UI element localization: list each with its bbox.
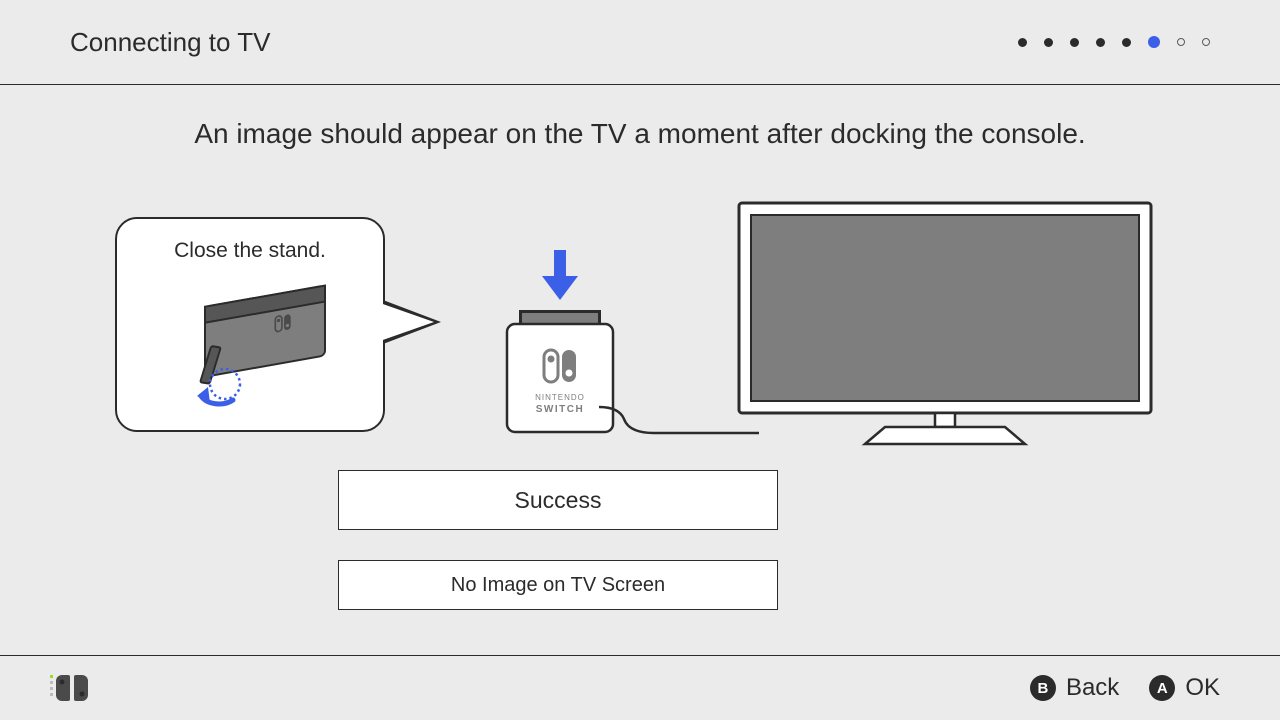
progress-dot: [1070, 38, 1079, 47]
progress-dot: [1096, 38, 1105, 47]
back-label: Back: [1066, 674, 1119, 702]
arrow-down-icon: [542, 250, 578, 305]
progress-dot: [1018, 38, 1027, 47]
console-back-icon: [175, 284, 345, 419]
b-button-icon: B: [1030, 675, 1056, 701]
progress-dots: [1018, 36, 1210, 48]
ok-control[interactable]: A OK: [1149, 674, 1220, 702]
instruction-text: An image should appear on the TV a momen…: [0, 118, 1280, 150]
tip-text: Close the stand.: [117, 239, 383, 263]
back-control[interactable]: B Back: [1030, 674, 1119, 702]
header: Connecting to TV: [0, 0, 1280, 85]
tip-bubble: Close the stand.: [115, 217, 385, 432]
joycon-status-icon: [50, 673, 106, 703]
a-button-icon: A: [1149, 675, 1175, 701]
diagram: Close the stand.: [115, 195, 1165, 445]
progress-dot: [1122, 38, 1131, 47]
progress-dot-active: [1148, 36, 1160, 48]
progress-dot: [1044, 38, 1053, 47]
success-button[interactable]: Success: [338, 470, 778, 530]
no-image-button[interactable]: No Image on TV Screen: [338, 560, 778, 610]
footer: B Back A OK: [0, 655, 1280, 720]
page-title: Connecting to TV: [70, 27, 270, 58]
dock-brand-bottom: SWITCH: [536, 404, 584, 415]
ok-label: OK: [1185, 674, 1220, 702]
tv-icon: [735, 199, 1155, 445]
dock-brand-top: NINTENDO: [535, 393, 585, 402]
progress-dot-future: [1177, 38, 1185, 46]
progress-dot-future: [1202, 38, 1210, 46]
footer-controls: B Back A OK: [1030, 674, 1220, 702]
